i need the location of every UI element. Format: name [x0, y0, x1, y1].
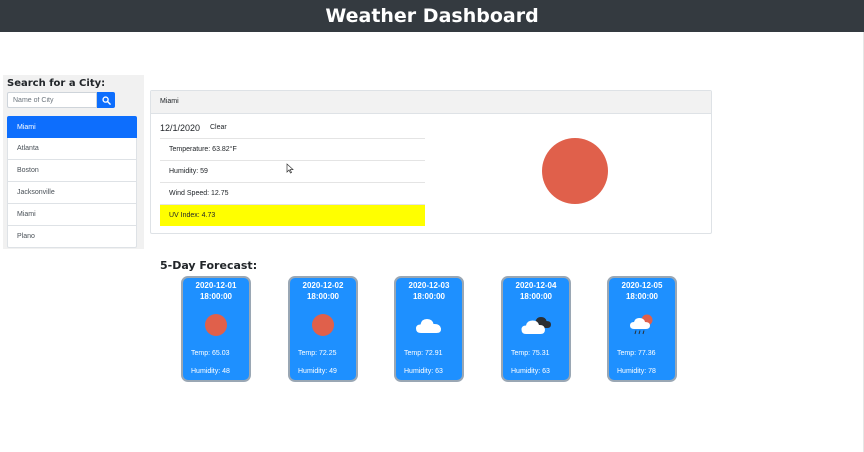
- city-history-list: Miami Atlanta Boston Jacksonville Miami …: [7, 116, 137, 248]
- uv-index-value: UV Index: 4.73: [160, 204, 425, 226]
- forecast-card-day-2: 2020-12-02 18:00:00 Temp: 72.25 Humidity:…: [288, 276, 358, 382]
- clear-button[interactable]: Clear: [210, 124, 227, 131]
- sun-icon: [312, 314, 334, 336]
- forecast-temp: Temp: 72.91: [404, 350, 443, 357]
- forecast-humidity: Humidity: 49: [298, 368, 337, 375]
- current-weather-card: Miami 12/1/2020 Clear Temperature: 63.82…: [150, 90, 712, 234]
- search-icon: [101, 95, 111, 105]
- sun-icon: [205, 314, 227, 336]
- current-date: 12/1/2020: [160, 123, 201, 133]
- temperature-value: Temperature: 63.82°F: [160, 138, 425, 160]
- search-sidebar: Search for a City: Miami Atlanta Boston …: [3, 75, 144, 249]
- city-item-atlanta[interactable]: Atlanta: [7, 138, 137, 160]
- forecast-humidity: Humidity: 48: [191, 368, 230, 375]
- search-button[interactable]: [97, 92, 115, 108]
- forecast-humidity: Humidity: 78: [617, 368, 656, 375]
- forecast-card-day-4: 2020-12-04 18:00:00 Temp: 75.31 Humidity:…: [501, 276, 571, 382]
- app-title: Weather Dashboard: [0, 0, 864, 32]
- forecast-date: 2020-12-02: [302, 281, 344, 290]
- forecast-time: 18:00:00: [199, 292, 233, 301]
- cloud-icon: [416, 319, 442, 333]
- forecast-time: 18:00:00: [412, 292, 446, 301]
- forecast-temp: Temp: 65.03: [191, 350, 230, 357]
- city-item-plano[interactable]: Plano: [7, 226, 137, 248]
- forecast-time: 18:00:00: [625, 292, 659, 301]
- search-title: Search for a City:: [7, 78, 106, 89]
- forecast-temp: Temp: 75.31: [511, 350, 550, 357]
- forecast-time: 18:00:00: [306, 292, 340, 301]
- forecast-card-day-3: 2020-12-03 18:00:00 Temp: 72.91 Humidity:…: [394, 276, 464, 382]
- forecast-title: 5-Day Forecast:: [160, 259, 258, 272]
- broken-clouds-icon: [521, 317, 551, 334]
- forecast-date: 2020-12-04: [515, 281, 557, 290]
- forecast-card-day-1: 2020-12-01 18:00:00 Temp: 65.03 Humidity:…: [181, 276, 251, 382]
- mouse-cursor-icon: [286, 163, 294, 174]
- city-item-miami[interactable]: Miami: [7, 116, 137, 138]
- city-item-jacksonville[interactable]: Jacksonville: [7, 182, 137, 204]
- forecast-humidity: Humidity: 63: [404, 368, 443, 375]
- current-details: Temperature: 63.82°F Humidity: 59 Wind S…: [160, 138, 425, 226]
- forecast-date: 2020-12-05: [621, 281, 663, 290]
- forecast-date: 2020-12-01: [195, 281, 237, 290]
- forecast-temp: Temp: 72.25: [298, 350, 337, 357]
- city-item-boston[interactable]: Boston: [7, 160, 137, 182]
- current-city-name: Miami: [151, 91, 711, 114]
- city-item-miami-2[interactable]: Miami: [7, 204, 137, 226]
- forecast-temp: Temp: 77.36: [617, 350, 656, 357]
- forecast-card-day-5: 2020-12-05 18:00:00 Temp: 77.36 Humidity:…: [607, 276, 677, 382]
- sun-icon: [542, 138, 608, 204]
- rain-sun-icon: [630, 314, 653, 335]
- wind-speed-value: Wind Speed: 12.75: [160, 182, 425, 204]
- forecast-humidity: Humidity: 63: [511, 368, 550, 375]
- forecast-date: 2020-12-03: [408, 281, 450, 290]
- city-search-input[interactable]: [7, 92, 97, 108]
- forecast-time: 18:00:00: [519, 292, 553, 301]
